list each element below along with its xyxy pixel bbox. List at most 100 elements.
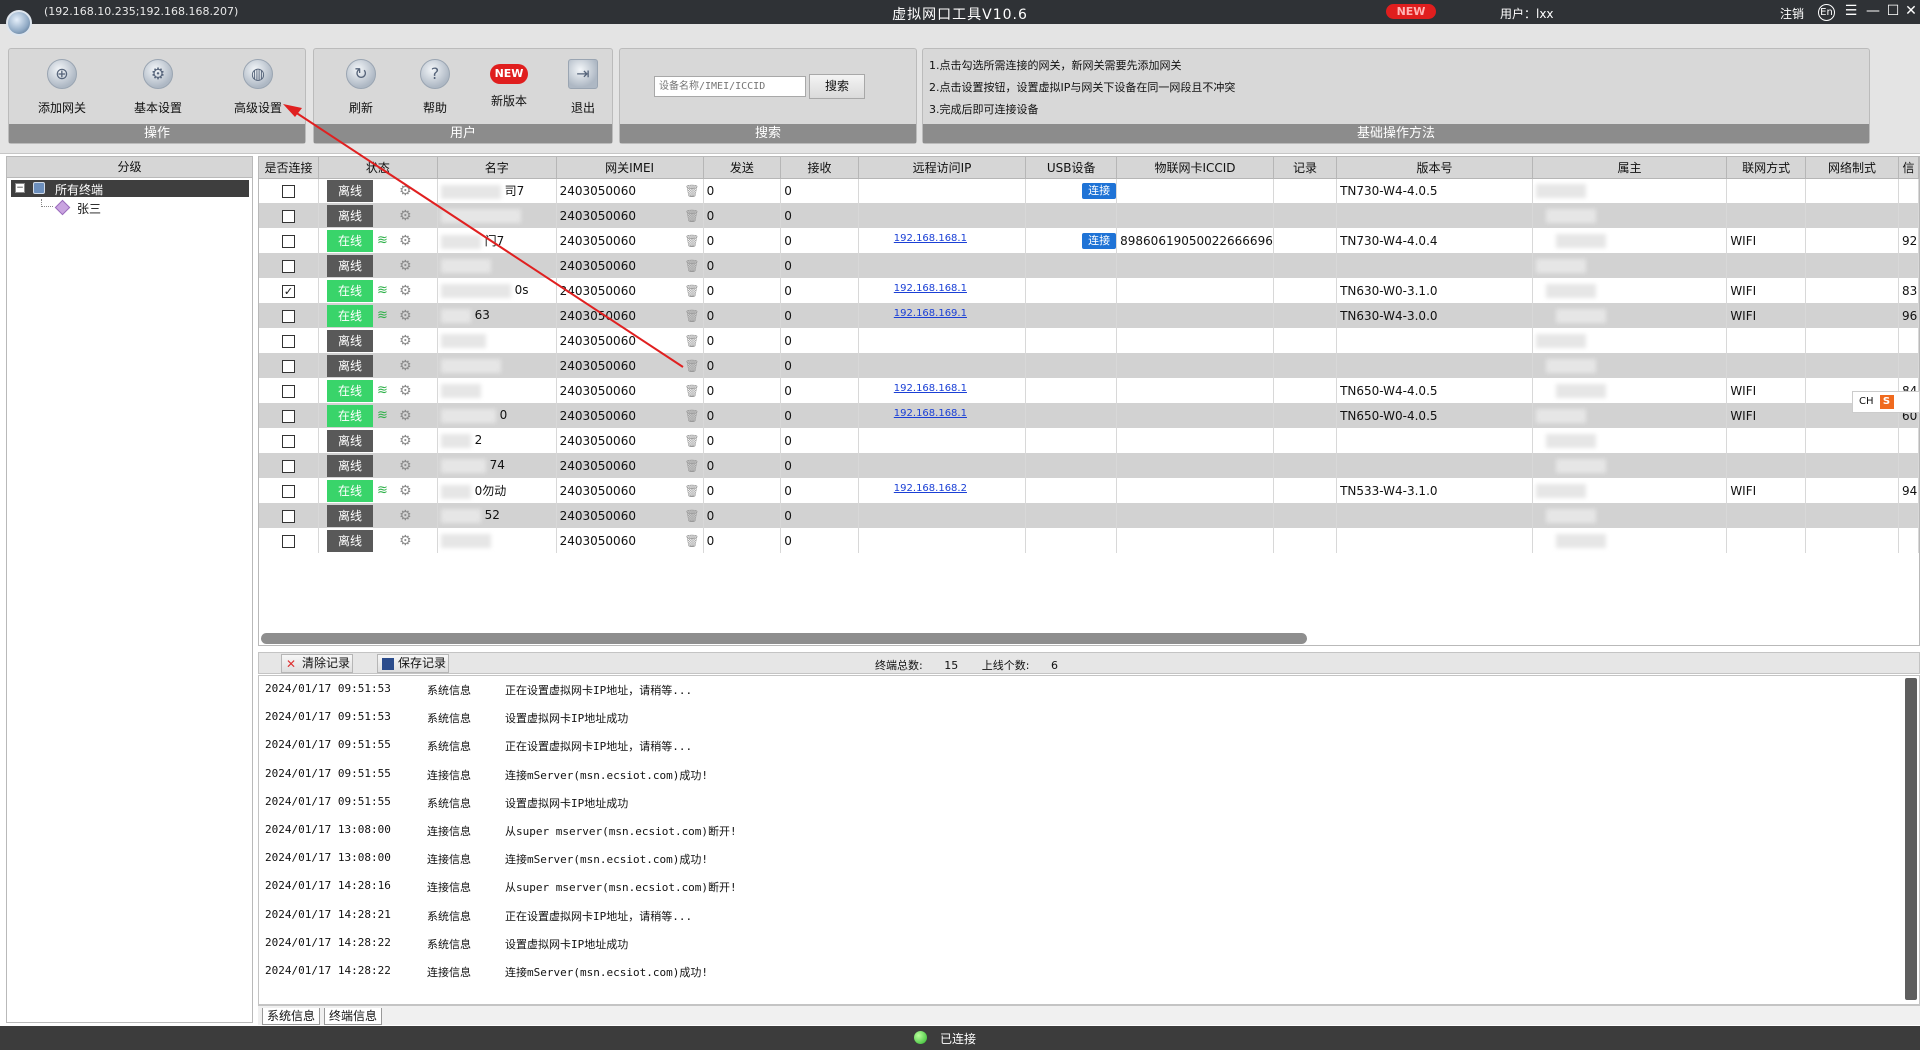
refresh-button[interactable]: ↻ 刷新	[324, 55, 398, 123]
table-row[interactable]: 在线 ≋ ⚙ 0 2403050060 🗑 0 0 192.168.168.1 TN650-W0…	[259, 403, 1919, 428]
trash-icon[interactable]: 🗑	[684, 509, 699, 523]
gear-icon[interactable]: ⚙	[399, 183, 412, 199]
trash-icon[interactable]: 🗑	[684, 459, 699, 473]
trash-icon[interactable]: 🗑	[684, 334, 699, 348]
trash-icon[interactable]: 🗑	[684, 484, 699, 498]
table-row[interactable]: 在线 ≋ ⚙ 门7 2403050060 🗑 0 0 192.168.168.1 连接 89860…	[259, 228, 1919, 253]
column-header[interactable]: 发送	[703, 157, 782, 179]
remote-ip-link[interactable]: 192.168.168.1	[894, 408, 967, 419]
usb-connect-button[interactable]: 连接	[1082, 232, 1116, 249]
gear-icon[interactable]: ⚙	[399, 533, 412, 549]
connect-checkbox[interactable]	[282, 434, 295, 448]
trash-icon[interactable]: 🗑	[684, 234, 699, 248]
connect-checkbox[interactable]	[282, 359, 295, 373]
horizontal-scrollbar[interactable]	[261, 633, 1307, 644]
connect-checkbox[interactable]	[282, 509, 295, 523]
gear-icon[interactable]: ⚙	[399, 308, 412, 324]
trash-icon[interactable]: 🗑	[684, 209, 699, 223]
connect-checkbox[interactable]	[282, 384, 295, 398]
remote-ip-link[interactable]: 192.168.169.1	[894, 308, 967, 319]
connect-checkbox[interactable]: ✓	[282, 284, 295, 298]
save-log-button[interactable]: 保存记录	[377, 654, 449, 673]
trash-icon[interactable]: 🗑	[684, 409, 699, 423]
connect-checkbox[interactable]	[282, 459, 295, 473]
connect-checkbox[interactable]	[282, 184, 295, 198]
remote-ip-link[interactable]: 192.168.168.1	[894, 383, 967, 394]
trash-icon[interactable]: 🗑	[684, 184, 699, 198]
trash-icon[interactable]: 🗑	[684, 284, 699, 298]
gear-icon[interactable]: ⚙	[399, 408, 412, 424]
logout-link[interactable]: 注销	[1780, 5, 1804, 22]
remote-ip-link[interactable]: 192.168.168.1	[894, 233, 967, 244]
column-header[interactable]: 记录	[1273, 157, 1338, 179]
column-header[interactable]: 版本号	[1336, 157, 1533, 179]
gear-icon[interactable]: ⚙	[399, 508, 412, 524]
gear-icon[interactable]: ⚙	[399, 358, 412, 374]
advanced-settings-button[interactable]: ◍ 高级设置	[221, 55, 295, 123]
table-row[interactable]: 离线 ⚙ 2403050060 🗑 0 0	[259, 528, 1919, 553]
connect-checkbox[interactable]	[282, 209, 295, 223]
gear-icon[interactable]: ⚙	[399, 433, 412, 449]
table-row[interactable]: 离线 ⚙ 2 2403050060 🗑 0 0	[259, 428, 1919, 453]
gear-icon[interactable]: ⚙	[399, 283, 412, 299]
connect-checkbox[interactable]	[282, 534, 295, 548]
basic-settings-button[interactable]: ⚙ 基本设置	[121, 55, 195, 123]
connect-checkbox[interactable]	[282, 259, 295, 273]
minimize-icon[interactable]: —	[1864, 2, 1882, 20]
clear-log-button[interactable]: ✕ 清除记录	[281, 654, 353, 673]
remote-ip-link[interactable]: 192.168.168.1	[894, 283, 967, 294]
column-header[interactable]: 远程访问IP	[858, 157, 1027, 179]
collapse-icon[interactable]: −	[15, 183, 25, 193]
tree-node-all-terminals[interactable]: − 所有终端	[11, 180, 249, 197]
column-header[interactable]: 网关IMEI	[556, 157, 704, 179]
column-header[interactable]: USB设备	[1025, 157, 1118, 179]
table-row[interactable]: 离线 ⚙ 2403050060 🗑 0 0	[259, 328, 1919, 353]
column-header[interactable]: 状态	[318, 157, 438, 179]
new-version-badge[interactable]: NEW	[1386, 4, 1436, 19]
vertical-scrollbar[interactable]	[1905, 678, 1917, 1000]
remote-ip-link[interactable]: 192.168.168.2	[894, 483, 967, 494]
connect-checkbox[interactable]	[282, 334, 295, 348]
gear-icon[interactable]: ⚙	[399, 258, 412, 274]
trash-icon[interactable]: 🗑	[684, 259, 699, 273]
column-header[interactable]: 接收	[780, 157, 859, 179]
table-row[interactable]: 离线 ⚙ 74 2403050060 🗑 0 0	[259, 453, 1919, 478]
table-row[interactable]: 离线 ⚙ 52 2403050060 🗑 0 0	[259, 503, 1919, 528]
tree-node-child[interactable]: 张三	[37, 199, 197, 216]
trash-icon[interactable]: 🗑	[684, 534, 699, 548]
column-header[interactable]: 物联网卡ICCID	[1116, 157, 1274, 179]
language-toggle[interactable]: En	[1818, 4, 1835, 21]
table-row[interactable]: 在线 ≋ ⚙ 0勿动 2403050060 🗑 0 0 192.168.168.2 TN533-…	[259, 478, 1919, 503]
column-header[interactable]: 属主	[1532, 157, 1728, 179]
help-button[interactable]: ? 帮助	[398, 55, 472, 123]
table-row[interactable]: 离线 ⚙ 2403050060 🗑 0 0	[259, 203, 1919, 228]
maximize-icon[interactable]: ☐	[1884, 2, 1902, 20]
gear-icon[interactable]: ⚙	[399, 383, 412, 399]
exit-button[interactable]: ⇥ 退出	[546, 55, 620, 123]
column-header[interactable]: 网络制式	[1805, 157, 1899, 179]
table-row[interactable]: 离线 ⚙ 2403050060 🗑 0 0	[259, 353, 1919, 378]
gear-icon[interactable]: ⚙	[399, 233, 412, 249]
column-header[interactable]: 名字	[437, 157, 557, 179]
new-version-button[interactable]: NEW 新版本	[472, 55, 546, 123]
ime-indicator[interactable]: CH S	[1852, 391, 1920, 413]
tab-system-info[interactable]: 系统信息	[262, 1008, 321, 1025]
table-row[interactable]: ✓ 在线 ≋ ⚙ 0s 2403050060 🗑 0 0 192.168.168.1 TN630-…	[259, 278, 1919, 303]
table-row[interactable]: 在线 ≋ ⚙ 2403050060 🗑 0 0 192.168.168.1 TN650-W4-…	[259, 378, 1919, 403]
menu-icon[interactable]: ☰	[1842, 2, 1860, 20]
tab-terminal-info[interactable]: 终端信息	[324, 1008, 383, 1025]
column-header[interactable]: 联网方式	[1726, 157, 1806, 179]
table-row[interactable]: 离线 ⚙ 2403050060 🗑 0 0	[259, 253, 1919, 278]
table-row[interactable]: 离线 ⚙ 司7 2403050060 🗑 0 0 连接 TN730-W4-4.0.5	[259, 178, 1919, 203]
gear-icon[interactable]: ⚙	[399, 458, 412, 474]
close-icon[interactable]: ✕	[1902, 2, 1920, 20]
table-row[interactable]: 在线 ≋ ⚙ 63 2403050060 🗑 0 0 192.168.169.1 TN630-W…	[259, 303, 1919, 328]
trash-icon[interactable]: 🗑	[684, 309, 699, 323]
trash-icon[interactable]: 🗑	[684, 384, 699, 398]
gear-icon[interactable]: ⚙	[399, 483, 412, 499]
add-gateway-button[interactable]: ⊕ 添加网关	[25, 55, 99, 123]
column-header[interactable]: 是否连接	[259, 157, 319, 179]
search-button[interactable]: 搜索	[809, 74, 865, 99]
trash-icon[interactable]: 🗑	[684, 434, 699, 448]
usb-connect-button[interactable]: 连接	[1082, 182, 1116, 199]
